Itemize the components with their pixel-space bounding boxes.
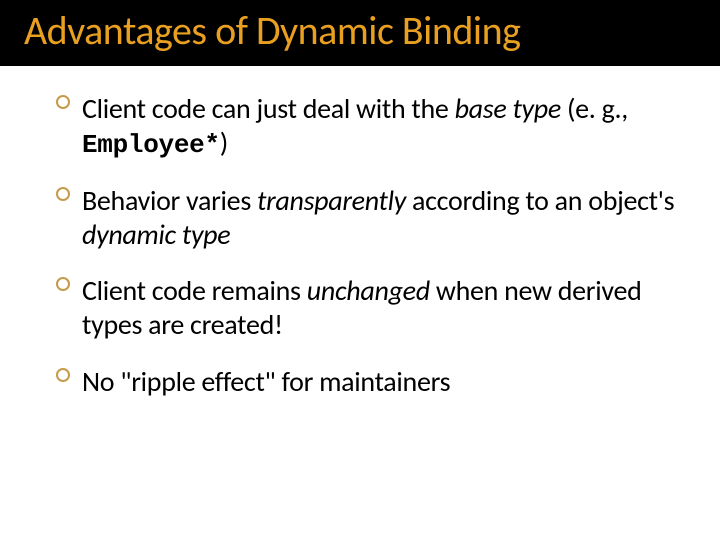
bullet-item: Client code can just deal with the base … [56,92,676,162]
slide: Advantages of Dynamic Binding Client cod… [0,0,720,540]
text-run: ) [220,125,228,160]
text-run: (e. g., [561,91,628,126]
text-run: Client code can just deal with the [82,91,455,126]
bullet-icon [56,95,70,109]
italic-text: base type [455,91,561,126]
italic-text: unchanged [307,273,430,308]
slide-title: Advantages of Dynamic Binding [24,10,696,52]
italic-text: dynamic type [82,217,230,252]
slide-body: Client code can just deal with the base … [0,66,720,399]
text-run: No "ripple effect" for maintainers [82,364,450,399]
bullet-item: Client code remains unchanged when new d… [56,274,676,342]
text-run: according to an object's [406,183,674,218]
bullet-item: No "ripple effect" for maintainers [56,365,676,399]
text-run: Behavior varies [82,183,257,218]
text-run: Client code remains [82,273,307,308]
italic-text: transparently [257,183,406,218]
code-text: Employee* [82,130,220,160]
bullet-icon [56,187,70,201]
bullet-icon [56,368,70,382]
bullet-item: Behavior varies transparently according … [56,184,676,252]
bullet-icon [56,277,70,291]
title-band: Advantages of Dynamic Binding [0,0,720,66]
